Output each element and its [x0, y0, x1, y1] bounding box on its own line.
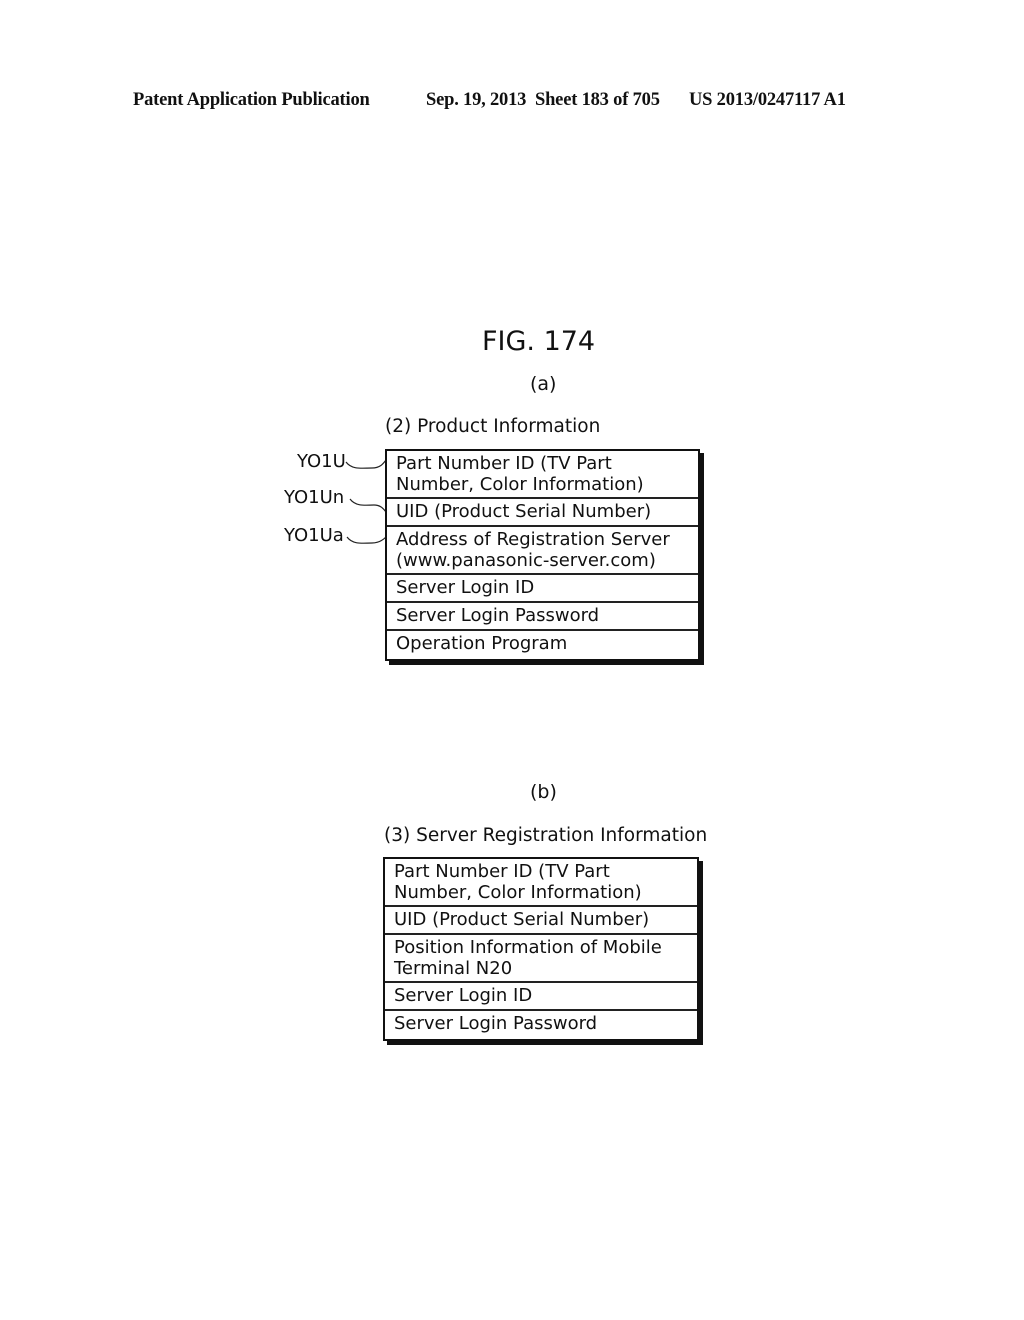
- table-row: Server Login ID: [387, 575, 698, 603]
- table-row: Server Login ID: [385, 983, 697, 1011]
- part-a-label: (a): [530, 373, 557, 395]
- table-row: Server Login Password: [387, 603, 698, 631]
- part-b-label: (b): [530, 781, 557, 803]
- table-row: Part Number ID (TV Part Number, Color In…: [387, 451, 698, 499]
- table-row: UID (Product Serial Number): [387, 499, 698, 527]
- publication-label: Patent Application Publication: [133, 90, 370, 110]
- patent-number: US 2013/0247117 A1: [689, 90, 846, 110]
- table-row: Position Information of Mobile Terminal …: [385, 935, 697, 983]
- leader-line-yo1ua: [346, 536, 387, 544]
- publication-date: Sep. 19, 2013: [426, 90, 527, 110]
- leader-line-yo1u: [345, 459, 387, 469]
- server-registration-information-table: Part Number ID (TV Part Number, Color In…: [383, 857, 699, 1041]
- sheet-number: Sheet 183 of 705: [535, 90, 660, 110]
- product-information-title: (2) Product Information: [385, 416, 601, 437]
- table-row: Address of Registration Server (www.pana…: [387, 527, 698, 575]
- table-row: UID (Product Serial Number): [385, 907, 697, 935]
- reference-label-yo1ua: YO1Ua: [284, 525, 344, 546]
- table-row: Server Login Password: [394, 1013, 598, 1034]
- product-information-table: Part Number ID (TV Part Number, Color In…: [385, 449, 700, 661]
- leader-line-yo1un: [349, 498, 387, 513]
- reference-label-yo1un: YO1Un: [284, 487, 345, 508]
- table-row: Part Number ID (TV Part Number, Color In…: [385, 859, 697, 907]
- table-row: Operation Program: [396, 633, 568, 654]
- reference-label-yo1u: YO1U: [297, 451, 346, 472]
- server-registration-information-title: (3) Server Registration Information: [384, 825, 708, 846]
- figure-title: FIG. 174: [482, 326, 596, 357]
